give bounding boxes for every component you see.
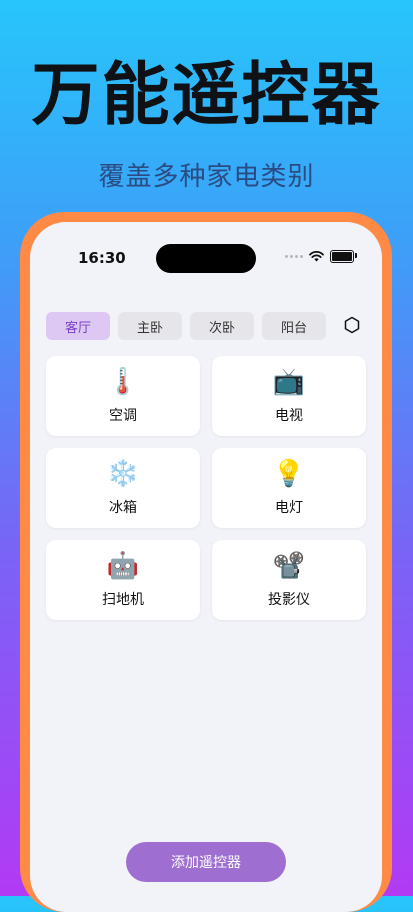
wifi-icon (309, 251, 324, 262)
hero-title: 万能遥控器 (31, 56, 382, 135)
device-card[interactable]: 📺 电视 (212, 356, 366, 436)
device-card[interactable]: 💡 电灯 (212, 448, 366, 528)
device-label: 投影仪 (268, 592, 310, 608)
tab-room[interactable]: 主卧 (118, 312, 182, 340)
device-label: 扫地机 (102, 592, 144, 608)
device-card[interactable]: ❄️ 冰箱 (46, 448, 200, 528)
room-tabs: 客厅 主卧 次卧 阳台 (46, 312, 326, 340)
light-bulb-icon: 💡 (272, 459, 306, 489)
status-icons (285, 250, 357, 263)
signal-dots-icon (285, 255, 303, 258)
tab-room[interactable]: 阳台 (262, 312, 326, 340)
snowflake-icon: ❄️ (106, 459, 140, 489)
television-icon: 📺 (272, 367, 306, 397)
thermometer-icon: 🌡️ (106, 367, 140, 397)
hexagon-settings-icon[interactable] (342, 315, 362, 335)
device-grid: 🌡️ 空调 📺 电视 ❄️ 冰箱 💡 电灯 🤖 扫地机 📽️ 投影仪 (46, 356, 366, 620)
tab-room[interactable]: 次卧 (190, 312, 254, 340)
battery-icon (330, 250, 357, 263)
phone-frame: 16:30 客厅 主卧 次卧 阳台 🌡️ 空调 📺 电视 ❄️ 冰箱 💡 电灯 🤖 扫地机 📽️ 投影仪 添… (20, 212, 392, 912)
device-card[interactable]: 🤖 扫地机 (46, 540, 200, 620)
device-label: 电灯 (275, 500, 303, 516)
device-card[interactable]: 📽️ 投影仪 (212, 540, 366, 620)
phone-screen: 16:30 客厅 主卧 次卧 阳台 🌡️ 空调 📺 电视 ❄️ 冰箱 💡 电灯 🤖 扫地机 📽️ 投影仪 添… (30, 222, 382, 912)
add-remote-button[interactable]: 添加遥控器 (126, 842, 286, 882)
tab-room[interactable]: 客厅 (46, 312, 110, 340)
device-label: 冰箱 (109, 500, 137, 516)
device-label: 空调 (109, 408, 137, 424)
device-label: 电视 (275, 408, 303, 424)
device-card[interactable]: 🌡️ 空调 (46, 356, 200, 436)
hero-subtitle: 覆盖多种家电类别 (98, 162, 315, 192)
dynamic-island (156, 244, 256, 273)
projector-icon: 📽️ (272, 551, 306, 581)
robot-icon: 🤖 (106, 551, 140, 581)
status-time: 16:30 (78, 249, 126, 267)
